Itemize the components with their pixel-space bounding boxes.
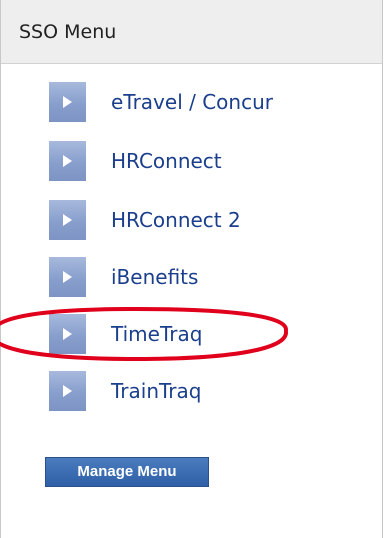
manage-menu-button[interactable]: Manage Menu — [45, 457, 209, 487]
menu-item-label: iBenefits — [111, 265, 199, 289]
play-arrow-icon — [49, 141, 86, 181]
menu-item-timetraq[interactable]: TimeTraq — [49, 314, 369, 354]
sso-menu-panel: SSO Menu eTravel / Concur HRConnect HRCo… — [0, 0, 383, 538]
play-arrow-icon — [49, 314, 86, 354]
menu-item-label: eTravel / Concur — [111, 90, 273, 114]
play-arrow-icon — [49, 82, 86, 122]
menu-item-label: HRConnect 2 — [111, 208, 241, 232]
menu-item-hrconnect[interactable]: HRConnect — [49, 141, 369, 181]
menu-item-label: HRConnect — [111, 149, 222, 173]
menu-item-label: TimeTraq — [111, 322, 203, 346]
menu-item-label: TrainTraq — [111, 379, 202, 403]
menu-item-ibenefits[interactable]: iBenefits — [49, 257, 369, 297]
panel-header: SSO Menu — [1, 0, 382, 64]
panel-title: SSO Menu — [19, 21, 117, 43]
menu-item-hrconnect-2[interactable]: HRConnect 2 — [49, 200, 369, 240]
play-arrow-icon — [49, 200, 86, 240]
play-arrow-icon — [49, 371, 86, 411]
menu-item-etravel-concur[interactable]: eTravel / Concur — [49, 82, 369, 122]
play-arrow-icon — [49, 257, 86, 297]
menu-item-traintraq[interactable]: TrainTraq — [49, 371, 369, 411]
